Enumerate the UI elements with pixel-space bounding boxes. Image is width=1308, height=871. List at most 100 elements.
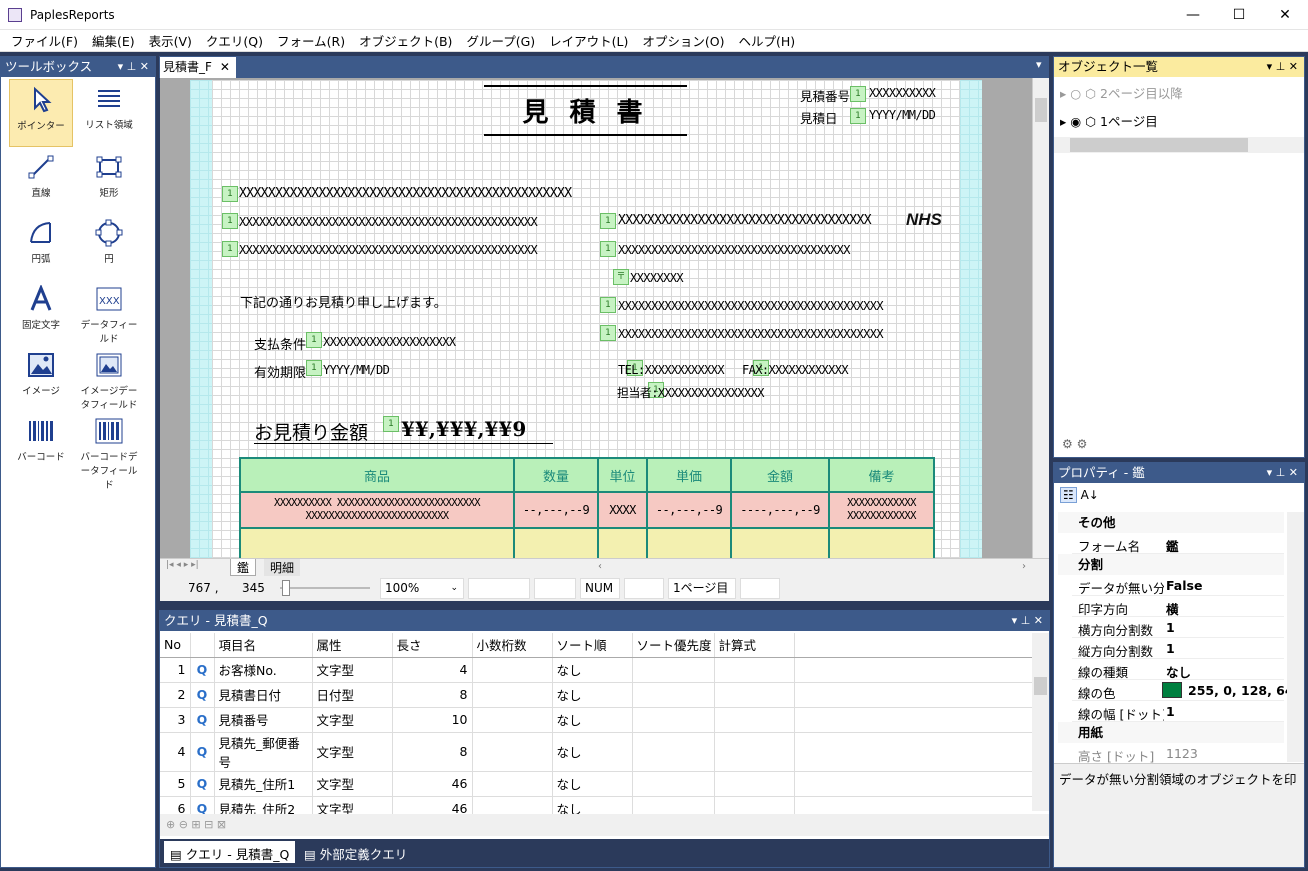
pin-icon[interactable]: ▾ ⊥ ✕ <box>1012 611 1043 631</box>
scroll-thumb[interactable] <box>1034 677 1047 695</box>
prop-value[interactable]: なし <box>1166 662 1191 681</box>
scroll-thumb[interactable] <box>1035 98 1047 122</box>
category-split[interactable]: 分割 <box>1058 554 1284 575</box>
field-decimals[interactable] <box>472 732 553 772</box>
tool-rectangle[interactable]: 矩形 <box>77 147 141 213</box>
field-sort-priority[interactable] <box>632 657 715 683</box>
radio-icon[interactable]: ○ <box>1070 86 1085 101</box>
col-product[interactable]: 商品 <box>239 457 515 493</box>
estimate-date-field[interactable]: YYYY/MM/DD <box>869 108 936 122</box>
field-length[interactable]: 46 <box>392 771 473 797</box>
empty-cell[interactable] <box>730 527 830 563</box>
company-logo[interactable]: NHS <box>906 210 942 230</box>
company-field-2[interactable]: XXXXXXXXXXXXXXXXXXXXXXXXXXXXXXXXXXX <box>618 243 850 257</box>
col-no[interactable]: No <box>160 633 191 658</box>
customer-field-2[interactable]: XXXXXXXXXXXXXXXXXXXXXXXXXXXXXXXXXXXXXXXX… <box>239 215 538 229</box>
object-hscroll[interactable] <box>1054 137 1304 153</box>
field-marker[interactable]: 1 <box>222 186 238 202</box>
prop-h-split[interactable]: 横方向分割数 1 <box>1072 617 1284 638</box>
query-toolbar-icons[interactable]: ⊕ ⊖ ⊞ ⊟ ⊠ <box>166 818 226 831</box>
menu-edit[interactable]: 編集(E) <box>85 31 142 50</box>
prop-no-data[interactable]: データが無い分割False <box>1072 575 1284 596</box>
zip-field[interactable]: XXXXXXXX <box>630 271 684 285</box>
contact-field[interactable]: 担当者:XXXXXXXXXXXXXXXX <box>617 384 764 401</box>
empty-cell[interactable] <box>513 527 599 563</box>
scroll-left-icon[interactable]: ‹ <box>598 561 602 572</box>
pin-icon[interactable]: ▾ ⊥ ✕ <box>1267 463 1298 483</box>
field-name[interactable]: 見積書日付 <box>214 682 313 708</box>
prop-orientation[interactable]: 印字方向 横 <box>1072 596 1284 617</box>
category-other[interactable]: その他 <box>1058 512 1284 533</box>
table-row[interactable]: 2 Q 見積書日付 日付型 8 なし <box>160 682 1032 708</box>
col-length[interactable]: 長さ <box>392 633 473 658</box>
field-marker[interactable]: 1 <box>850 86 866 102</box>
tool-fixed-text[interactable]: 固定文字 <box>9 279 73 345</box>
estimate-detail-table[interactable]: 商品 数量 単位 単価 金額 備考 XXXXXXXXXX XXXXXXXXXXX… <box>239 457 935 563</box>
menu-option[interactable]: オプション(O) <box>635 31 731 50</box>
prop-form-name[interactable]: フォーム名 鑑 <box>1072 533 1284 554</box>
payment-field[interactable]: XXXXXXXXXXXXXXXXXXXX <box>323 335 456 349</box>
product-field[interactable]: XXXXXXXXXX XXXXXXXXXXXXXXXXXXXXXXXXX XXX… <box>239 491 515 529</box>
zoom-slider-thumb[interactable] <box>282 580 290 596</box>
menu-view[interactable]: 表示(V) <box>142 31 199 50</box>
tab-estimate-form[interactable]: 見積書_F ✕ <box>160 57 236 78</box>
object-item-page1[interactable]: ▸ ◉ ⬡ 1ページ目 <box>1060 111 1158 130</box>
col-note[interactable]: 備考 <box>828 457 935 493</box>
field-length[interactable]: 8 <box>392 682 473 708</box>
col-amount[interactable]: 金額 <box>730 457 830 493</box>
tab-external-query[interactable]: ▤ 外部定義クエリ <box>304 844 407 863</box>
menu-help[interactable]: ヘルプ(H) <box>731 31 802 50</box>
col-decimals[interactable]: 小数桁数 <box>472 633 553 658</box>
prop-line-width[interactable]: 線の幅 [ドット] 1 <box>1072 701 1284 722</box>
empty-cell[interactable] <box>239 527 515 563</box>
tool-list-area[interactable]: リスト領域 <box>77 79 141 147</box>
field-sort-priority[interactable] <box>632 732 715 772</box>
categorized-icon[interactable]: ☷ <box>1060 487 1077 503</box>
zoom-select[interactable]: 100% ⌄ <box>380 578 464 599</box>
maximize-button[interactable]: ☐ <box>1216 0 1262 30</box>
scroll-right-icon[interactable]: › <box>1022 561 1026 572</box>
prop-value[interactable]: 横 <box>1166 599 1179 618</box>
field-decimals[interactable] <box>472 771 553 797</box>
col-unit[interactable]: 単位 <box>597 457 648 493</box>
dropdown-icon[interactable]: ▾ <box>1036 58 1042 71</box>
field-sort-priority[interactable] <box>632 682 715 708</box>
empty-cell[interactable] <box>597 527 648 563</box>
unit-field[interactable]: XXXX <box>597 491 648 529</box>
prop-value[interactable]: 1 <box>1166 641 1175 656</box>
estimate-no-field[interactable]: XXXXXXXXXX <box>869 86 936 100</box>
object-item-page2[interactable]: ▸ ○ ⬡ 2ページ目以降 <box>1060 83 1183 102</box>
customer-field-3[interactable]: XXXXXXXXXXXXXXXXXXXXXXXXXXXXXXXXXXXXXXXX… <box>239 243 538 257</box>
col-sort-priority[interactable]: ソート優先度 <box>632 633 715 658</box>
menu-query[interactable]: クエリ(Q) <box>199 31 270 50</box>
pin-icon[interactable]: ▾ ⊥ ✕ <box>118 57 149 77</box>
field-sort[interactable]: なし <box>552 771 633 797</box>
empty-cell[interactable] <box>646 527 732 563</box>
col-qty[interactable]: 数量 <box>513 457 599 493</box>
field-marker[interactable]: 1 <box>222 241 238 257</box>
amount-label[interactable]: お見積り金額 <box>254 418 368 445</box>
menu-group[interactable]: グループ(G) <box>459 31 542 50</box>
estimate-no-label[interactable]: 見積番号 <box>800 86 850 105</box>
tool-barcode-data-field[interactable]: バーコードデータフィールド <box>77 411 141 491</box>
field-marker[interactable]: 1 <box>600 297 616 313</box>
tool-image[interactable]: イメージ <box>9 345 73 411</box>
tool-circle[interactable]: 円 <box>77 213 141 279</box>
table-row[interactable]: 4 Q 見積先_郵便番号 文字型 8 なし <box>160 732 1032 772</box>
object-tool-icons[interactable]: ⚙ ⚙ <box>1062 437 1087 451</box>
expand-icon[interactable]: ▸ <box>1060 114 1070 129</box>
tool-pointer[interactable]: ポインター <box>9 79 73 147</box>
empty-cell[interactable] <box>828 527 935 563</box>
price-field[interactable]: --,---,--9 <box>646 491 732 529</box>
zoom-slider[interactable] <box>280 587 370 589</box>
field-decimals[interactable] <box>472 707 553 733</box>
company-name-field[interactable]: XXXXXXXXXXXXXXXXXXXXXXXXXXXXXXXXXXX <box>618 213 872 228</box>
valid-label[interactable]: 有効期限 <box>254 362 306 381</box>
col-sort[interactable]: ソート順 <box>552 633 633 658</box>
query-grid[interactable]: No 項目名 属性 長さ 小数桁数 ソート順 ソート優先度 計算式 1 Q お客様N… <box>160 633 1032 822</box>
field-marker[interactable]: 1 <box>222 213 238 229</box>
field-formula[interactable] <box>714 657 795 683</box>
menu-layout[interactable]: レイアウト(L) <box>542 31 635 50</box>
tool-image-data-field[interactable]: イメージデータフィールド <box>77 345 141 411</box>
form-title[interactable]: 見 積 書 <box>484 92 687 129</box>
